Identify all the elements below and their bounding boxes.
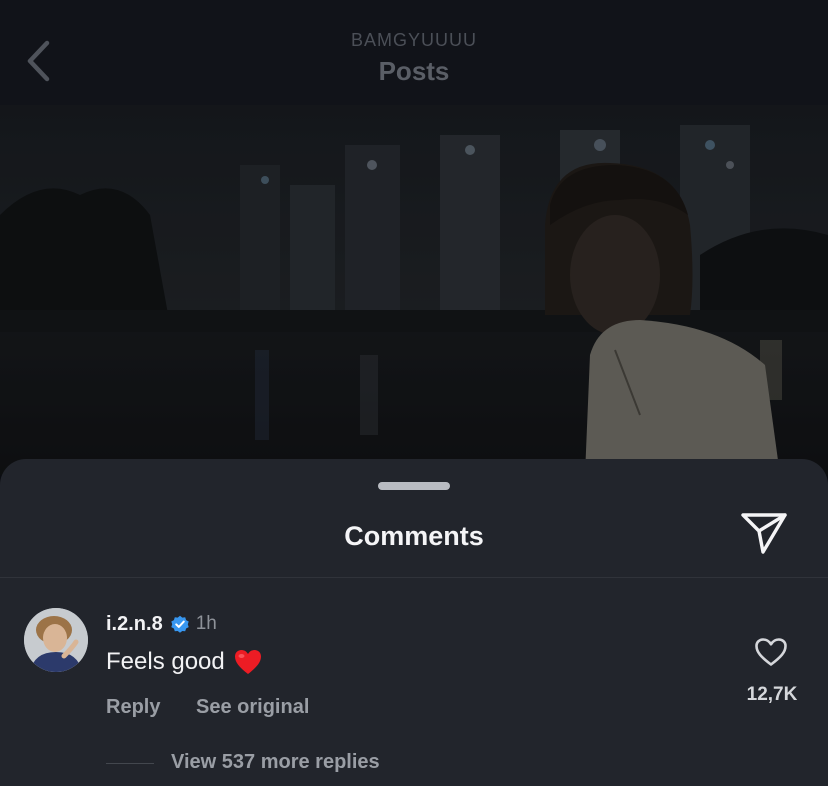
comment-header: i.2.n.8 1h	[106, 612, 217, 636]
sheet-grabber[interactable]	[378, 482, 450, 490]
like-count: 12,7K	[746, 684, 798, 705]
red-heart-emoji-icon	[234, 650, 261, 674]
comment-body: Feels good	[106, 648, 262, 676]
replies-divider-line	[106, 763, 154, 764]
page-title: Posts	[378, 56, 450, 86]
verified-badge-icon	[171, 615, 189, 633]
comment-text: Feels good	[106, 648, 225, 675]
see-original-button[interactable]: See original	[196, 696, 309, 719]
view-more-replies-button[interactable]: View 537 more replies	[171, 751, 380, 774]
share-button[interactable]	[736, 509, 792, 557]
reply-button[interactable]: Reply	[106, 696, 160, 719]
top-navigation-bar: BAMGYUUUU Posts	[0, 0, 828, 105]
heart-outline-icon	[755, 638, 787, 666]
avatar[interactable]	[24, 608, 88, 672]
sheet-title: Comments	[344, 521, 484, 551]
paper-plane-icon	[741, 513, 787, 554]
comment-item: i.2.n.8 1h Feels good Reply See original	[0, 578, 828, 786]
comment-timestamp: 1h	[195, 613, 217, 634]
post-photo	[0, 105, 828, 475]
header-username: BAMGYUUUU	[350, 30, 477, 50]
comments-sheet: Comments i.2.n.8 1h Feels good Reply See…	[0, 459, 828, 786]
app-screen: BAMGYUUUU Posts Comments i.2.n.8 1h Feel…	[0, 0, 828, 786]
like-button[interactable]	[748, 632, 794, 672]
comment-username[interactable]: i.2.n.8	[106, 613, 163, 636]
